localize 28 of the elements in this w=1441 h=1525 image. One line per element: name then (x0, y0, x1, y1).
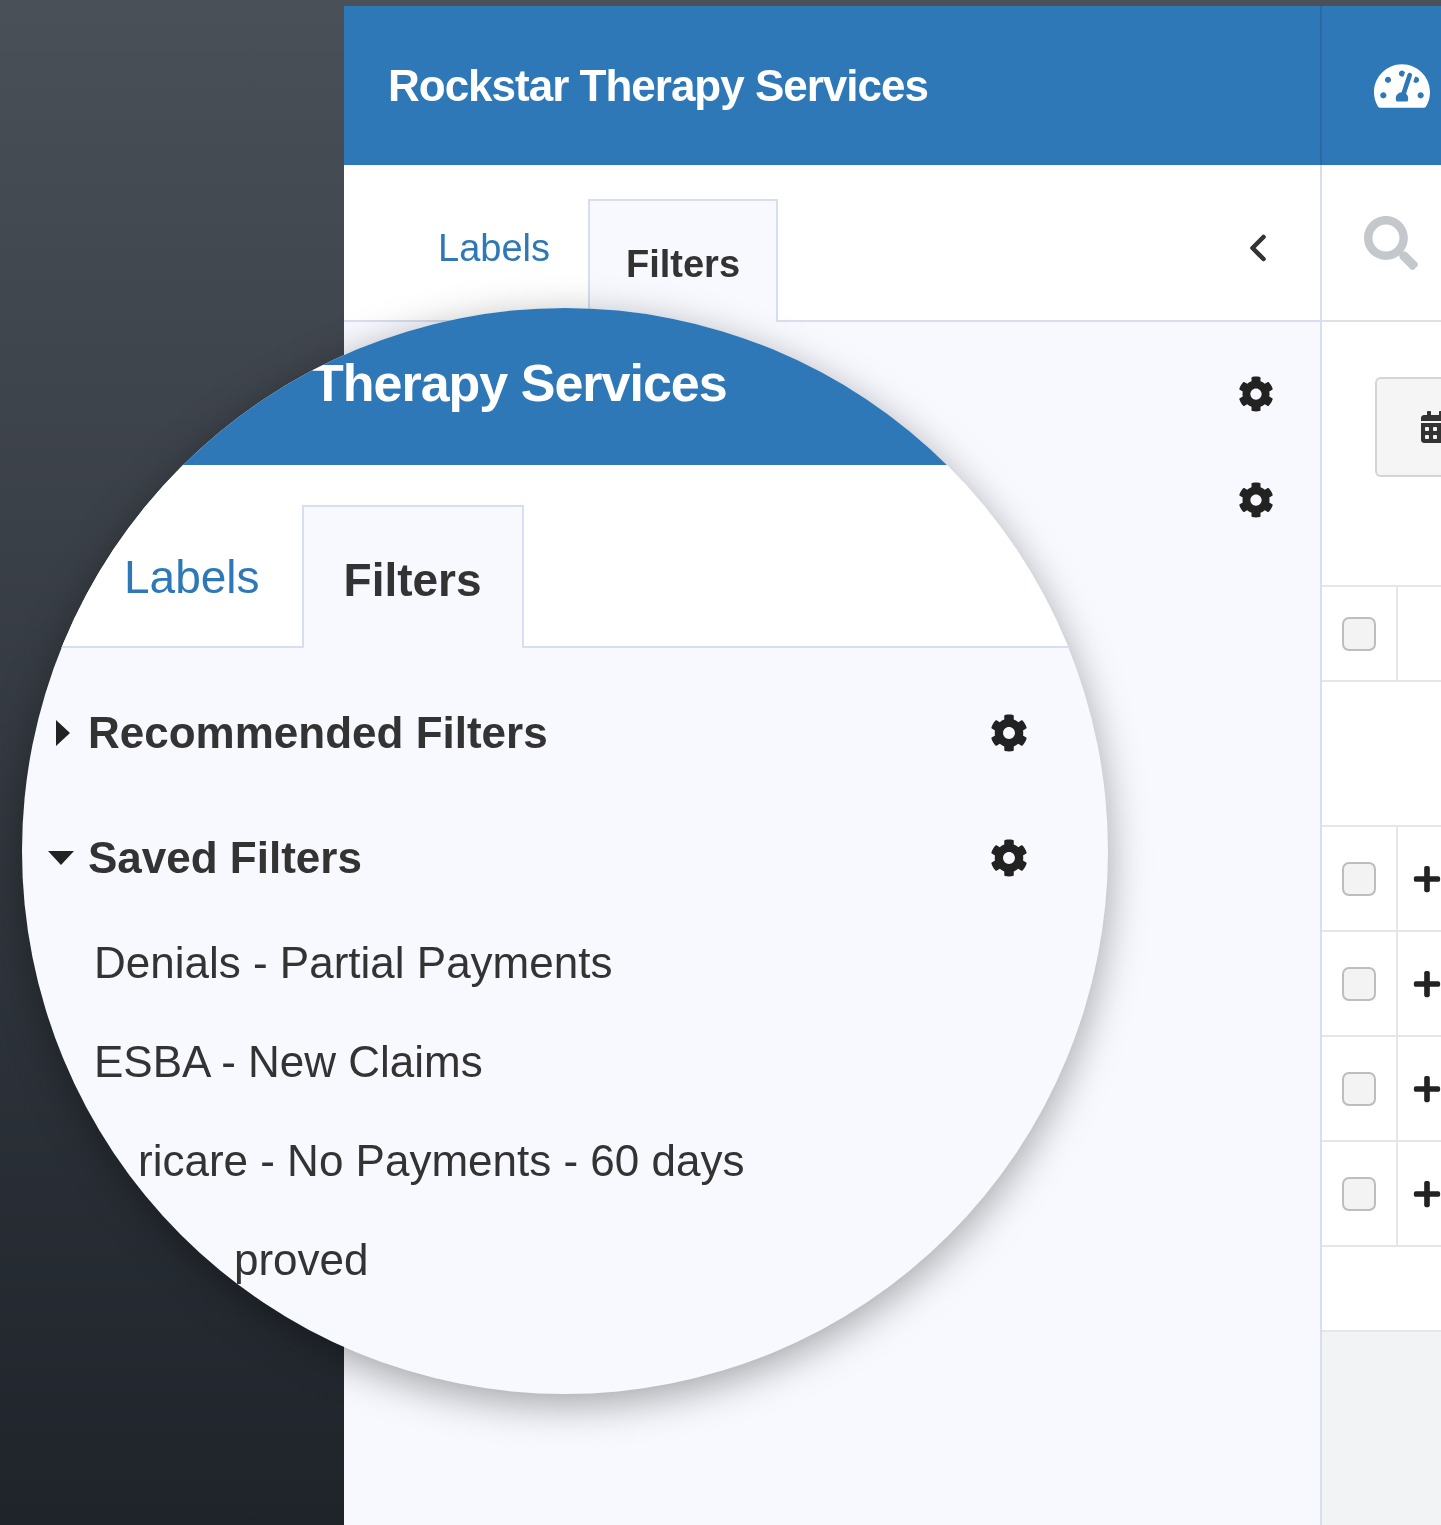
saved-filter-item[interactable]: ESBA - New Claims (94, 1029, 483, 1095)
section-toggle[interactable]: Recommended Filters (48, 700, 548, 766)
saved-filter-item[interactable]: Denials - Partial Payments (94, 930, 613, 996)
caret-right-icon (56, 720, 70, 746)
date-button[interactable] (1375, 377, 1441, 477)
checkbox[interactable] (1342, 1071, 1376, 1106)
checkbox[interactable] (1342, 616, 1376, 651)
checkbox[interactable] (1342, 861, 1376, 896)
settings-icon[interactable] (1238, 376, 1274, 412)
expand-icon[interactable] (1412, 1178, 1441, 1209)
tab[interactable]: Labels (400, 197, 588, 293)
settings-icon[interactable] (1238, 482, 1274, 518)
saved-filter-item[interactable]: proved (234, 1227, 369, 1293)
expand-icon[interactable] (1412, 1073, 1441, 1104)
settings-icon[interactable] (990, 714, 1028, 752)
checkbox[interactable] (1342, 966, 1376, 1001)
tab[interactable]: Filters (588, 199, 779, 322)
tab[interactable]: Filters (301, 505, 524, 648)
expand-icon[interactable] (1412, 968, 1441, 999)
app-title: Therapy Services (312, 353, 727, 414)
expand-icon[interactable] (1412, 863, 1441, 894)
saved-filter-item[interactable]: ricare - No Payments - 60 days (138, 1128, 745, 1194)
tab[interactable]: Labels (82, 503, 302, 646)
settings-icon[interactable] (990, 839, 1028, 877)
section-toggle[interactable]: Saved Filters (48, 825, 362, 891)
checkbox[interactable] (1342, 1176, 1376, 1211)
caret-down-icon (48, 851, 74, 865)
app-title: Rockstar Therapy Services (388, 59, 928, 112)
